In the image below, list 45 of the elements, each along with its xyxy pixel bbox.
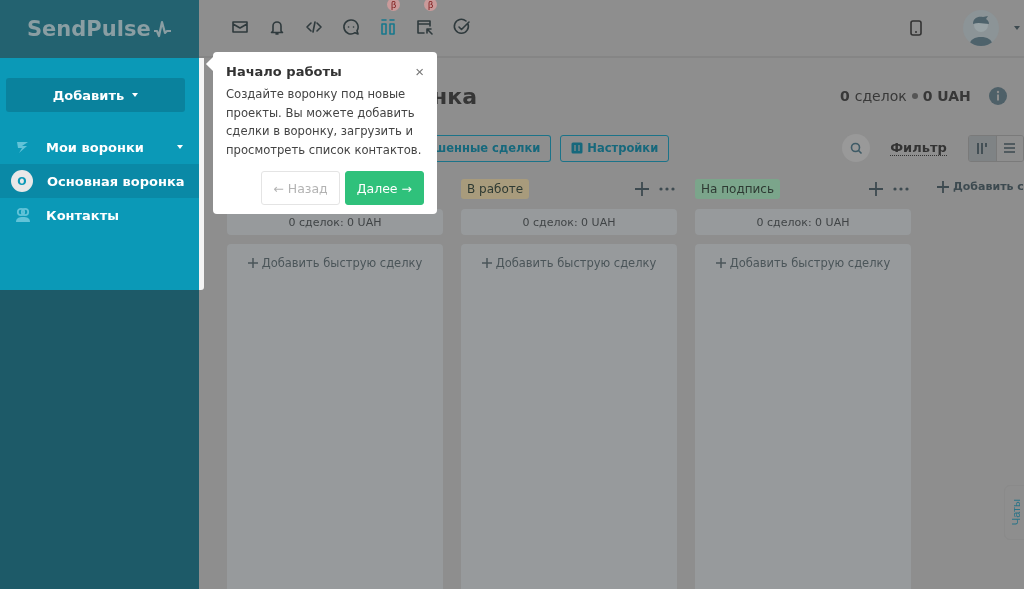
beta-badge: β — [424, 0, 437, 11]
filter-link[interactable]: Фильтр — [890, 140, 947, 156]
stage-tag: На подпись — [695, 178, 780, 199]
beta-badge: β — [387, 0, 400, 11]
more-icon[interactable] — [893, 186, 909, 191]
avatar-silhouette[interactable] — [962, 10, 999, 46]
plus-icon — [715, 258, 726, 268]
popover-text: Создайте воронку под новые проекты. Вы можете добавить сделки в воронку, загрузить и просмотреть список контактов. — [226, 86, 423, 159]
deals-count: 0 сделок: 0 UAH — [695, 209, 911, 235]
list-view-button[interactable] — [995, 135, 1023, 161]
popover-title: Начало работы — [226, 64, 342, 79]
search-button[interactable] — [842, 134, 871, 162]
stage-tag: В работе — [461, 178, 530, 199]
plus-icon[interactable] — [869, 181, 883, 196]
sidebar-item[interactable]: О Основная воронка — [0, 164, 199, 198]
sliders-icon — [571, 142, 584, 154]
caret-icon[interactable] — [1013, 26, 1020, 30]
list-icon — [1003, 142, 1017, 154]
sidebar-item[interactable]: Мои воронки — [0, 130, 199, 164]
search-icon — [849, 141, 863, 155]
deals-count: 0 сделок: 0 UAH — [461, 209, 677, 235]
board-view-button[interactable] — [968, 135, 996, 161]
more-icon[interactable] — [659, 186, 675, 191]
next-button[interactable]: Далее → — [344, 171, 424, 206]
phone-icon[interactable] — [909, 20, 922, 36]
settings-button[interactable]: Настройки — [560, 134, 670, 162]
logo-text: SendPulse — [27, 17, 151, 41]
add-quick-deal-button[interactable]: Добавить быструю сделку — [715, 255, 891, 271]
contacts-icon — [14, 206, 32, 224]
plus-icon — [481, 258, 492, 268]
info-icon[interactable] — [988, 87, 1007, 105]
chats-tab[interactable]: Чаты — [1003, 485, 1024, 540]
funnel-avatar: О — [11, 170, 33, 192]
sidebar-item[interactable]: Контакты — [0, 198, 199, 232]
board-icon — [976, 141, 989, 155]
deals-summary: 0 сделок 0 UAH — [840, 88, 971, 104]
close-button[interactable]: × — [415, 64, 424, 79]
plus-icon[interactable] — [635, 181, 649, 196]
add-quick-deal-button[interactable]: Добавить быструю сделку — [247, 255, 423, 271]
plus-icon — [247, 258, 258, 268]
add-column-button[interactable]: Добавить с — [937, 180, 1024, 193]
add-button[interactable]: Добавить — [6, 78, 185, 112]
plus-icon — [937, 180, 949, 193]
pulse-icon — [152, 20, 173, 38]
add-quick-deal-button[interactable]: Добавить быструю сделку — [481, 255, 657, 271]
